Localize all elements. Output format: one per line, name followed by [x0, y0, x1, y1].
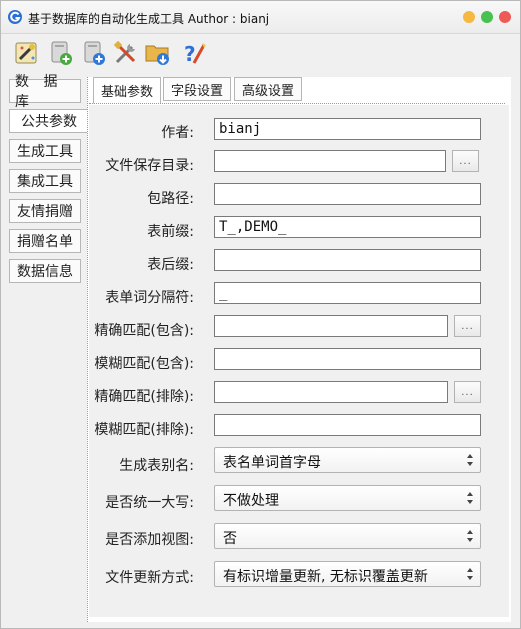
save-dir-input[interactable]: [214, 150, 446, 172]
tab-common-params-label: 公共参数: [21, 114, 77, 130]
tab-separator: [89, 103, 505, 104]
author-label: 作者:: [161, 125, 194, 141]
uppercase-label: 是否统一大写:: [105, 495, 194, 511]
tab-database-label: 数 据 库: [15, 74, 63, 110]
table-prefix-label: 表前缀:: [147, 224, 194, 240]
add-view-label: 是否添加视图:: [105, 532, 194, 548]
tools-button[interactable]: [112, 39, 140, 67]
alias-select-value: 表名单词首字母: [223, 455, 321, 471]
uppercase-select-value: 不做处理: [223, 493, 279, 509]
title-bar: 基于数据库的自动化生成工具 Author : bianj: [1, 1, 520, 34]
tab-basic-params-label: 基础参数: [100, 85, 153, 100]
exact-include-label: 精确匹配(包含):: [94, 323, 194, 339]
table-suffix-input[interactable]: [214, 249, 481, 271]
package-input[interactable]: [214, 183, 481, 205]
tab-donor-list[interactable]: 捐赠名单: [9, 229, 81, 253]
add-file-button[interactable]: [80, 39, 108, 67]
fuzzy-exclude-input[interactable]: [214, 414, 481, 436]
export-button[interactable]: [144, 39, 172, 67]
tab-integration-tools[interactable]: 集成工具: [9, 169, 81, 193]
select-arrows-icon: [467, 568, 473, 580]
exact-include-browse-button[interactable]: ...: [454, 315, 481, 337]
save-dir-label: 文件保存目录:: [105, 158, 194, 174]
tab-advanced-settings-label: 高级设置: [241, 83, 294, 99]
fuzzy-include-label: 模糊匹配(包含):: [94, 356, 194, 372]
table-prefix-input[interactable]: [214, 216, 481, 238]
alias-select[interactable]: 表名单词首字母: [214, 447, 481, 473]
tab-donate-label: 友情捐赠: [17, 204, 73, 220]
help-icon: ?: [184, 42, 206, 66]
fuzzy-exclude-label: 模糊匹配(排除):: [94, 422, 194, 438]
fuzzy-include-input[interactable]: [214, 348, 481, 370]
update-mode-select[interactable]: 有标识增量更新, 无标识覆盖更新: [214, 561, 481, 587]
tools-icon: [113, 40, 136, 64]
add-view-select-value: 否: [223, 531, 237, 547]
add-view-select[interactable]: 否: [214, 523, 481, 549]
exact-include-input[interactable]: [214, 315, 448, 337]
tab-basic-params[interactable]: 基础参数: [93, 77, 161, 104]
maximize-button[interactable]: [481, 11, 493, 23]
add-database-button[interactable]: [47, 39, 75, 67]
app-logo-icon: [8, 10, 22, 24]
basic-params-form: 作者: 文件保存目录: ... 包路径: 表前缀: 表后缀: 表单词分隔符: 精…: [89, 105, 509, 617]
alias-label: 生成表别名:: [119, 458, 194, 474]
exact-exclude-input[interactable]: [214, 381, 448, 403]
save-dir-browse-button[interactable]: ...: [452, 150, 479, 172]
exact-exclude-label: 精确匹配(排除):: [94, 389, 194, 405]
add-file-icon: [84, 41, 105, 65]
select-arrows-icon: [467, 454, 473, 466]
tab-donate[interactable]: 友情捐赠: [9, 199, 81, 223]
wizard-icon: [15, 42, 37, 64]
tab-data-info[interactable]: 数据信息: [9, 259, 81, 283]
tab-common-params[interactable]: 公共参数: [9, 109, 88, 133]
tab-field-settings[interactable]: 字段设置: [163, 77, 231, 101]
uppercase-select[interactable]: 不做处理: [214, 485, 481, 511]
help-button[interactable]: ?: [180, 39, 208, 67]
tab-donor-list-label: 捐赠名单: [17, 234, 73, 250]
tab-field-settings-label: 字段设置: [170, 83, 223, 99]
tab-generate-tools-label: 生成工具: [17, 144, 73, 160]
select-arrows-icon: [467, 530, 473, 542]
tab-data-info-label: 数据信息: [17, 264, 73, 280]
folder-download-icon: [145, 45, 169, 65]
table-suffix-label: 表后缀:: [147, 257, 194, 273]
tab-database[interactable]: 数 据 库: [9, 74, 81, 110]
add-db-icon: [51, 41, 72, 65]
update-mode-select-value: 有标识增量更新, 无标识覆盖更新: [223, 569, 428, 585]
package-label: 包路径:: [147, 191, 194, 207]
close-button[interactable]: [499, 11, 511, 23]
author-input[interactable]: [214, 118, 481, 140]
word-separator-input[interactable]: [214, 282, 481, 304]
tab-advanced-settings[interactable]: 高级设置: [234, 77, 302, 101]
app-window: 基于数据库的自动化生成工具 Author : bianj ? 数 据 库 公共参…: [0, 0, 521, 629]
wizard-button[interactable]: [13, 39, 41, 67]
update-mode-label: 文件更新方式:: [105, 570, 194, 586]
select-arrows-icon: [467, 492, 473, 504]
tab-integration-tools-label: 集成工具: [17, 174, 73, 190]
tab-generate-tools[interactable]: 生成工具: [9, 139, 81, 163]
window-title: 基于数据库的自动化生成工具 Author : bianj: [28, 12, 270, 26]
exact-exclude-browse-button[interactable]: ...: [454, 381, 481, 403]
word-separator-label: 表单词分隔符:: [105, 290, 194, 306]
minimize-button[interactable]: [463, 11, 475, 23]
